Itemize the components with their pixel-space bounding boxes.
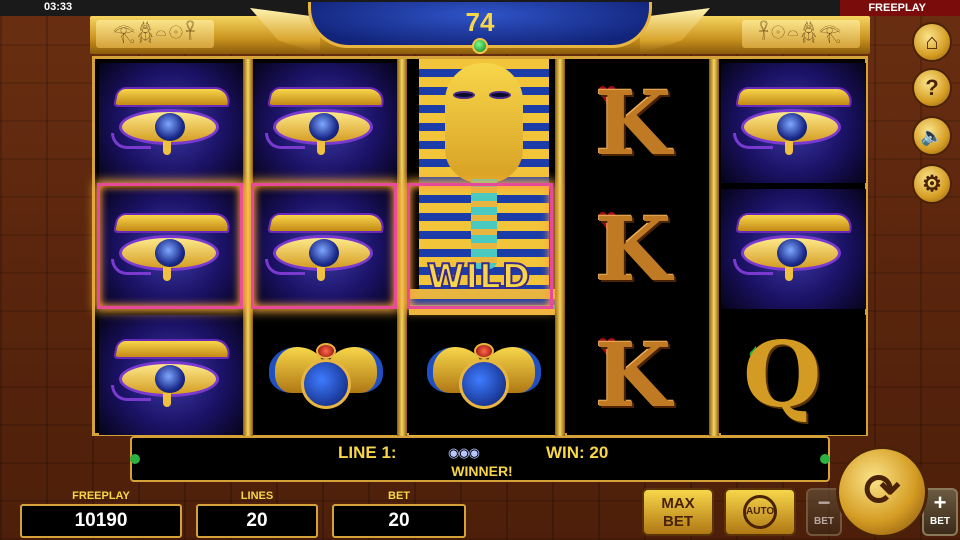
reel-5-row-2-eye-symbol <box>721 189 866 309</box>
wild-label: WILD <box>426 256 532 298</box>
eye-of-horus-icon <box>263 209 389 281</box>
reel-2-row-3-scarab-symbol <box>253 315 398 435</box>
hieroglyph-panel-right: 𓋹𓇳𓏏𓆣𓂀 <box>742 20 860 48</box>
lines-label: LINES <box>240 490 274 502</box>
eye-of-horus-icon <box>263 83 389 155</box>
reel-4-row-2-k-symbol: ♥ K <box>567 189 712 309</box>
reel-1-row-1-eye-symbol <box>99 63 244 183</box>
sound-button[interactable]: 🔈 <box>912 116 952 156</box>
bet-value: 20 <box>332 504 466 538</box>
freeplay-value: 10190 <box>20 504 182 538</box>
eye-of-horus-icon <box>731 209 857 281</box>
green-gem-ornament <box>472 38 488 54</box>
card-letter: K <box>595 323 672 427</box>
card-letter: K <box>595 71 672 175</box>
freeplay-balance: FREEPLAY 10190 <box>20 490 182 538</box>
scarab-icon <box>427 329 541 421</box>
winner-text: WINNER! <box>451 463 513 479</box>
plus-icon: + <box>933 490 947 515</box>
reel-1-row-3-eye-symbol <box>99 315 244 435</box>
clock: 03:33 <box>44 1 73 13</box>
reel-divider <box>709 59 719 439</box>
autoplay-button[interactable]: AUTO <box>724 488 796 536</box>
reels-frame: WILD ♥ K ♥ K ♥ K ♠ Q <box>92 56 868 439</box>
help-icon: ? <box>925 75 939 100</box>
help-button[interactable]: ? <box>912 68 952 108</box>
reel-5-row-3-q-symbol: ♠ Q <box>721 315 866 435</box>
spin-button[interactable]: ⟳ <box>836 446 928 538</box>
payline-label: LINE 1: <box>338 443 397 462</box>
eye-of-horus-icon <box>731 83 857 155</box>
home-icon: ⌂ <box>925 29 939 54</box>
lines-display: LINES 20 <box>196 490 318 538</box>
bet-display: BET 20 <box>332 490 466 538</box>
reel-3-row-3-scarab-symbol <box>409 315 559 435</box>
reel-2-row-1-eye-symbol <box>253 63 398 183</box>
payline-symbols-icon: ◉◉◉ <box>448 445 480 460</box>
reel-divider <box>555 59 565 439</box>
hieroglyph-panel-left: 𓂀𓆣𓏏𓇳𓋹 <box>96 20 214 48</box>
eye-of-horus-icon <box>109 83 235 155</box>
gear-icon: ⚙ <box>922 171 942 196</box>
max-bet-label-1: MAX <box>661 495 695 512</box>
reel-4-row-3-k-symbol: ♥ K <box>567 315 712 435</box>
freeplay-label: FREEPLAY <box>72 490 130 502</box>
scarab-icon <box>269 329 383 421</box>
spin-arrows-icon: ⟳ <box>863 466 901 515</box>
speaker-muted-icon: 🔈 <box>920 126 944 146</box>
lines-value: 20 <box>196 504 318 538</box>
max-bet-button[interactable]: MAX BET <box>642 488 714 536</box>
card-letter: K <box>595 197 672 301</box>
bet-increase-label: BET <box>930 516 950 527</box>
home-button[interactable]: ⌂ <box>912 22 952 62</box>
eye-of-horus-icon <box>109 335 235 407</box>
reel-divider <box>397 59 407 439</box>
reel-2-row-2-eye-symbol <box>253 189 398 309</box>
reel-divider <box>243 59 253 439</box>
bet-decrease-label: BET <box>814 516 834 527</box>
settings-button[interactable]: ⚙ <box>912 164 952 204</box>
autoplay-icon: AUTO <box>743 495 777 529</box>
mode-indicator: FREEPLAY <box>840 0 960 16</box>
reel-5-row-1-eye-symbol <box>721 63 866 183</box>
pharaoh-beard <box>471 179 497 269</box>
max-bet-label-2: BET <box>663 513 693 530</box>
card-letter: Q <box>743 322 822 428</box>
reel-1-row-2-eye-symbol <box>99 189 244 309</box>
win-message-panel: LINE 1: ◉◉◉ WIN: 20 WINNER! <box>130 436 830 482</box>
eye-of-horus-icon <box>109 209 235 281</box>
bet-label: BET <box>388 490 410 502</box>
pharaoh-face-icon <box>445 63 523 183</box>
reel-4-row-1-k-symbol: ♥ K <box>567 63 712 183</box>
win-amount: WIN: 20 <box>546 443 609 462</box>
